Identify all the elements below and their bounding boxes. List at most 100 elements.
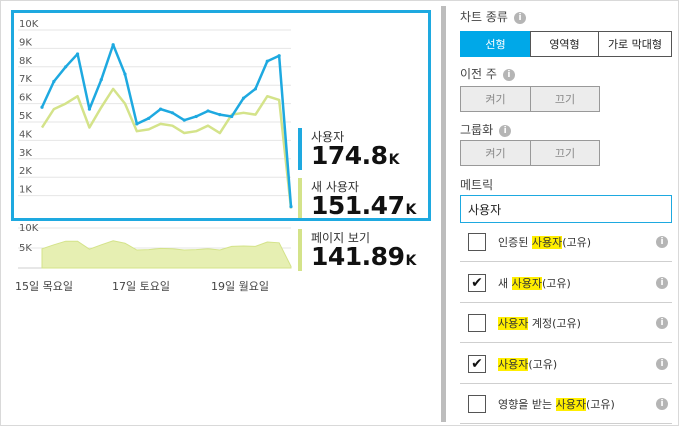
metric-checkbox[interactable]: ✔ [468, 273, 486, 292]
metric-row[interactable]: ✔ 새 사용자(고유) i [460, 263, 672, 303]
metric-label-prefix: 영향을 받는 [498, 398, 556, 411]
metric-label: 사용자 계정(고유) [498, 315, 581, 331]
metric-info-icon[interactable]: i [656, 236, 668, 248]
legend-new-users-value: 151.47K [311, 191, 416, 220]
data-point [40, 105, 44, 109]
y-tick-label: 8K [19, 56, 32, 67]
metric-info-icon[interactable]: i [656, 317, 668, 329]
y-tick-label: 7K [19, 74, 32, 85]
data-point [52, 79, 56, 84]
y-tick-label: 10K [19, 19, 39, 30]
metric-label-highlight: 사용자 [498, 357, 529, 371]
metric-info-icon[interactable]: i [656, 276, 668, 289]
previous-week-info-icon[interactable]: i [502, 68, 515, 81]
previous-week-on-button[interactable]: 켜기 [460, 86, 531, 112]
metric-label: 새 사용자(고유) [498, 275, 571, 291]
metric-label-highlight: 사용자 [511, 276, 542, 290]
metric-row[interactable]: ✔ 사용자(고유) i [460, 344, 672, 384]
chart-type-area-button[interactable]: 영역형 [530, 31, 599, 57]
data-point [99, 78, 103, 82]
metric-checkbox[interactable] [468, 395, 486, 413]
metric-label: 사용자(고유) [498, 356, 557, 372]
page-view-area[interactable] [41, 240, 292, 269]
metric-row[interactable]: 사용자 계정(고유) i [460, 303, 672, 343]
y-tick-label: 4K [19, 129, 32, 140]
metric-label-highlight: 사용자 [555, 398, 586, 411]
metric-label-prefix: 인증된 [498, 236, 532, 249]
metric-label-highlight: 사용자 [531, 236, 563, 249]
chart-type-title: 차트 종류 i [460, 8, 526, 25]
metric-label-suffix: (고유) [562, 236, 592, 249]
grouping-toggle: 켜기 끄기 [460, 140, 600, 166]
metric-info-icon[interactable]: i [656, 398, 668, 410]
metric-label-prefix: 새 [498, 276, 512, 290]
legend-users-value: 174.8K [311, 141, 399, 170]
data-point [64, 65, 68, 69]
chart-type-line-button[interactable]: 선형 [460, 31, 531, 57]
chart-settings-panel: 차트 종류 i 선형 영역형 가로 막대형 이전 주i 켜기 끄기 그룹화 i 켜기… [456, 0, 676, 426]
previous-week-toggle: 켜기 끄기 [460, 86, 600, 112]
data-point [75, 52, 80, 56]
y-tick-label: 5K [19, 111, 32, 122]
metric-checkbox[interactable] [468, 233, 486, 251]
data-point [289, 205, 293, 209]
legend-new-users-color [298, 178, 302, 218]
data-point [218, 113, 222, 117]
data-point [182, 118, 186, 122]
legend-page-views-value: 141.89K [311, 242, 416, 271]
y-tick-label: 9K [19, 37, 32, 48]
metric-info-icon[interactable]: i [656, 357, 668, 370]
chart-type-selector: 선형 영역형 가로 막대형 [460, 31, 672, 57]
data-point [253, 87, 258, 91]
metric-label: 영향을 받는 사용자(고유) [498, 396, 615, 412]
data-point [135, 122, 139, 126]
chart-type-bar-button[interactable]: 가로 막대형 [598, 31, 672, 57]
main-line-chart: 10K 9K 8K 7K 6K 5K 4K 3K 2K 1K [18, 19, 293, 209]
legend-users-color [298, 128, 302, 170]
grouping-title: 그룹화 i [460, 121, 512, 138]
y-tick-label: 6K [19, 93, 32, 104]
chart-type-info-icon[interactable]: i [513, 11, 526, 24]
metric-checkbox[interactable]: ✔ [468, 354, 486, 373]
data-point [123, 72, 127, 76]
series-line[interactable] [40, 87, 293, 209]
grouping-on-button[interactable]: 켜기 [460, 140, 531, 166]
grouping-off-button[interactable]: 끄기 [530, 140, 600, 166]
mini-y-tick-label: 5K [19, 243, 32, 254]
metric-label-suffix: 계정(고유) [528, 317, 581, 330]
x-label-17: 17일 토요일 [112, 280, 170, 293]
previous-week-off-button[interactable]: 끄기 [530, 86, 600, 112]
y-tick-label: 2K [19, 166, 32, 177]
metric-row[interactable]: 인증된 사용자(고유) i [460, 222, 672, 262]
y-tick-label: 3K [19, 148, 32, 159]
x-label-19: 19일 월요일 [211, 280, 269, 293]
data-point [147, 116, 151, 120]
data-point [206, 109, 210, 113]
metric-search-input[interactable]: 사용자 [460, 195, 672, 223]
panel-splitter[interactable] [441, 6, 446, 422]
x-label-15: 15일 목요일 [15, 280, 73, 293]
mini-y-tick-label: 10K [19, 223, 39, 234]
metric-label: 인증된 사용자(고유) [498, 234, 591, 250]
metric-row[interactable]: 영향을 받는 사용자(고유) i [460, 384, 672, 424]
data-point [277, 54, 281, 58]
grouping-info-icon[interactable]: i [499, 124, 512, 137]
data-point [170, 111, 175, 115]
metric-label-highlight: 사용자 [498, 317, 529, 330]
data-point [111, 43, 115, 47]
metric-label-suffix: (고유) [542, 276, 571, 290]
data-point [241, 96, 246, 100]
data-point [265, 59, 269, 63]
y-tick-label: 1K [19, 185, 32, 196]
data-point [158, 107, 163, 111]
metric-label-suffix: (고유) [585, 398, 615, 411]
metric-label-suffix: (고유) [528, 357, 558, 371]
metric-checkbox[interactable] [468, 314, 486, 332]
page-view-mini-chart: 10K 5K [18, 223, 292, 269]
data-point [194, 114, 198, 119]
metric-title: 메트릭 [460, 178, 494, 192]
legend-page-views-color [298, 229, 302, 271]
data-point [87, 107, 92, 111]
previous-week-title: 이전 주i [460, 65, 515, 82]
data-point [230, 114, 234, 119]
